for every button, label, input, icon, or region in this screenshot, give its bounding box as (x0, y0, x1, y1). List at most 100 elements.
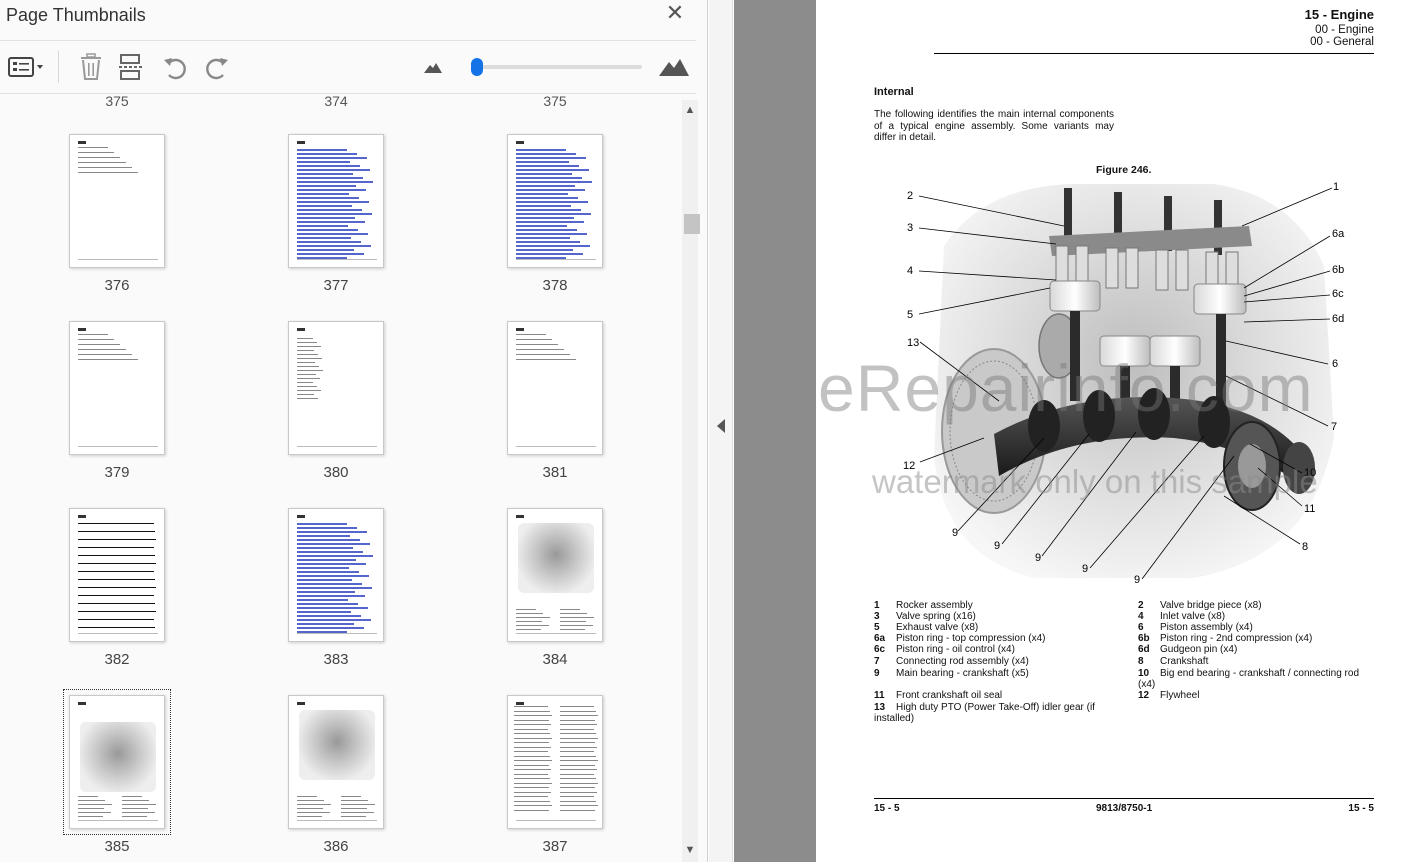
toolbar-separator (58, 51, 59, 83)
rotate-clockwise-button[interactable] (202, 51, 232, 83)
thumbnail-footer-line (297, 446, 377, 447)
thumbnail-text-line (297, 346, 321, 347)
thumbnail-text-line (516, 165, 579, 167)
thumbnail-logo (78, 141, 86, 144)
thumbnail-text-line (122, 804, 156, 805)
thumbnail-text-line (297, 213, 372, 215)
thumbnail-text-line (560, 728, 594, 730)
thumbnail-text-line (78, 539, 156, 540)
figure-callout: 11 (1304, 503, 1315, 515)
thumbnail-label: 386 (323, 838, 349, 855)
legend-item: 5 Exhaust valve (x8) (874, 622, 1114, 633)
thumbnail-text-line (297, 808, 323, 809)
figure-callout: 8 (1302, 541, 1308, 553)
thumbnail-text-line (297, 161, 350, 163)
figure-callout: 9 (1134, 574, 1140, 586)
thumbnail-text-line (516, 233, 587, 235)
thumbnail-text-line (560, 715, 598, 716)
page-thumbnail[interactable] (507, 695, 603, 829)
thumbnail-text-line (297, 153, 357, 155)
rotate-counterclockwise-button[interactable] (160, 51, 190, 83)
thumbnail-text-line (297, 149, 347, 151)
thumbnail-footer-line (516, 820, 596, 821)
thumbnail-text-line (297, 571, 359, 573)
zoom-slider-handle[interactable] (471, 58, 484, 76)
page-thumbnail[interactable] (69, 321, 165, 455)
scroll-up-icon[interactable]: ▲ (682, 102, 698, 118)
page-thumbnail[interactable] (507, 134, 603, 268)
thumbnail-text-line (297, 173, 353, 175)
thumbnail-text-line (516, 225, 567, 227)
thumbnail-label: 376 (104, 277, 130, 294)
thumbnail-text-line (78, 816, 103, 817)
figure-callout: 2 (907, 190, 913, 202)
scroll-down-icon[interactable]: ▼ (682, 842, 698, 858)
thumbnail-text-line (516, 229, 577, 231)
document-page: 15 - Engine 00 - Engine 00 - General Int… (816, 0, 1423, 862)
legend-number: 1 (874, 600, 880, 611)
page-thumbnail[interactable] (63, 689, 171, 835)
page-thumbnail[interactable] (507, 321, 603, 455)
thumbnail-text-line (297, 563, 366, 565)
insert-pages-button[interactable] (116, 51, 146, 83)
thumbnail-text-line (516, 193, 568, 195)
page-thumbnail[interactable] (288, 321, 384, 455)
thumbnail-text-line (297, 575, 369, 577)
thumbnail-text-line (78, 172, 138, 173)
thumbnail-text-line (297, 567, 349, 569)
thumbnail-text-line (516, 354, 570, 355)
delete-pages-button[interactable] (76, 51, 106, 83)
legend-number: 2 (1138, 600, 1144, 611)
thumbnail-text-line (514, 710, 550, 712)
scrollbar-thumb[interactable] (684, 214, 700, 234)
thumbnail-text-line (297, 241, 361, 243)
page-thumbnail[interactable] (507, 508, 603, 642)
thumbnail-text-line (297, 185, 356, 187)
footer-page-left: 15 - 5 (874, 803, 900, 814)
collapse-arrow-icon[interactable] (715, 418, 727, 434)
thumbnail-label: 382 (104, 651, 130, 668)
page-thumbnail[interactable] (288, 134, 384, 268)
thumbnail-text-line (516, 201, 588, 203)
thumbnail-text-line (297, 382, 313, 383)
section-title: Internal (874, 86, 914, 98)
thumbnail-text-line (514, 760, 552, 761)
thumbnail-text-line (297, 623, 354, 625)
thumbnail-text-line (297, 587, 372, 589)
thumbnail-text-line (78, 157, 120, 158)
thumbnail-footer-line (516, 633, 596, 634)
zoom-in-button[interactable] (656, 51, 692, 83)
thumbnail-text-line (514, 719, 549, 721)
zoom-slider-track[interactable] (472, 65, 642, 69)
legend-item: 3 Valve spring (x16) (874, 611, 1114, 622)
thumbnail-text-line (297, 599, 348, 601)
thumbnail-text-line (297, 531, 367, 533)
page-thumbnail[interactable] (69, 134, 165, 268)
zoom-out-button[interactable] (422, 51, 444, 83)
thumbnail-text-line (516, 197, 578, 199)
thumbnail-panel: Page Thumbnails ✕ 375 374 375 376 377 37… (0, 0, 708, 862)
thumbnail-logo (78, 328, 86, 331)
thumbnail-text-line (516, 169, 589, 171)
close-icon[interactable]: ✕ (664, 2, 686, 24)
thumbnail-text-line (514, 796, 548, 797)
figure-callout: 3 (907, 222, 913, 234)
thumbnail-text-line (516, 241, 580, 243)
thumbnail-text-line (297, 165, 360, 167)
thumbnail-logo (516, 515, 524, 518)
thumbnail-text-line (297, 394, 314, 395)
thumbnail-text-line (78, 547, 154, 548)
page-thumbnail[interactable] (288, 695, 384, 829)
thumbnail-text-line (78, 595, 154, 596)
thumbnail-text-line (516, 149, 566, 151)
page-thumbnail[interactable] (69, 508, 165, 642)
thumbnail-options-button[interactable] (4, 51, 48, 83)
legend-text: Piston ring - top compression (x4) (896, 633, 1046, 644)
thumbnail-text-line (297, 579, 352, 581)
legend-item: 9 Main bearing - crankshaft (x5) (874, 668, 1114, 679)
thumbnail-text-line (516, 621, 542, 622)
thumbnail-text-line (297, 539, 360, 541)
thumbnail-scrollbar[interactable]: ▲ ▼ (682, 100, 700, 862)
page-thumbnail[interactable] (288, 508, 384, 642)
thumbnail-text-line (560, 617, 594, 618)
